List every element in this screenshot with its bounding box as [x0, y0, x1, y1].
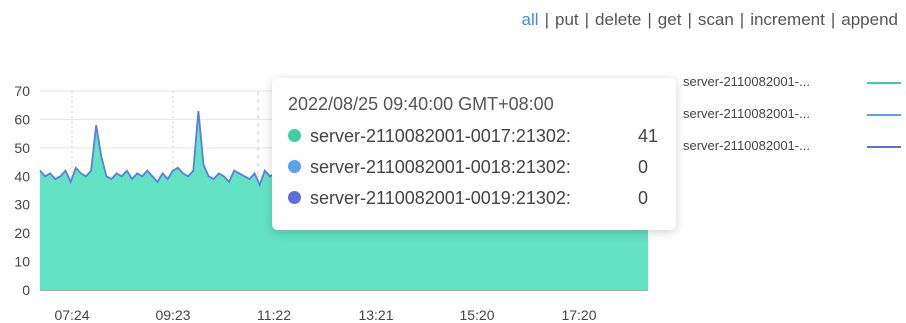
- x-tick-label: 11:22: [257, 307, 291, 323]
- tooltip-row: server-2110082001-0018:21302: 0: [288, 152, 660, 183]
- y-tick-label: 60: [14, 111, 30, 127]
- tooltip-series-value: 41: [638, 126, 659, 146]
- y-tick-label: 20: [14, 225, 30, 241]
- y-tick-label: 50: [14, 140, 30, 156]
- legend-label: server-2110082001-...: [683, 138, 810, 153]
- legend-swatch: [867, 82, 901, 84]
- legend-item[interactable]: server-2110082001-...: [683, 106, 905, 138]
- chart-legend: server-2110082001-... server-2110082001-.…: [683, 74, 905, 170]
- x-tick-label: 13:21: [358, 307, 393, 323]
- y-tick-label: 70: [14, 83, 30, 99]
- y-axis-labels: 0 10 20 30 40 50 60 70: [14, 83, 30, 298]
- series-dot-icon: [288, 160, 301, 174]
- series-dot-icon: [288, 191, 301, 205]
- chart-tooltip: 2022/08/25 09:40:00 GMT+08:00 server-211…: [272, 78, 676, 230]
- legend-swatch: [867, 146, 901, 148]
- series-dot-icon: [288, 129, 301, 143]
- tooltip-row: server-2110082001-0017:21302: 41: [288, 121, 660, 152]
- x-tick-label: 07:24: [54, 307, 89, 323]
- legend-label: server-2110082001-...: [683, 106, 810, 121]
- tooltip-series-value: 0: [638, 157, 649, 177]
- tooltip-series-name: server-2110082001-0019:21302:: [310, 188, 571, 208]
- legend-item[interactable]: server-2110082001-...: [683, 138, 905, 170]
- y-tick-label: 40: [14, 168, 30, 184]
- y-tick-label: 10: [14, 254, 30, 270]
- y-tick-label: 30: [14, 197, 30, 213]
- x-tick-label: 17:20: [561, 307, 596, 323]
- legend-item[interactable]: server-2110082001-...: [683, 74, 905, 106]
- tooltip-title: 2022/08/25 09:40:00 GMT+08:00: [288, 94, 554, 114]
- tooltip-series-value: 0: [638, 188, 649, 208]
- tooltip-series-name: server-2110082001-0018:21302:: [310, 157, 571, 177]
- y-tick-label: 0: [22, 282, 30, 298]
- tooltip-series-name: server-2110082001-0017:21302:: [310, 126, 571, 146]
- x-tick-label: 15:20: [459, 307, 494, 323]
- x-axis: 07:24 09:23 11:22 13:21 15:20 17:20: [40, 290, 648, 323]
- x-tick-label: 09:23: [155, 307, 190, 323]
- tooltip-row: server-2110082001-0019:21302: 0: [288, 183, 660, 214]
- legend-label: server-2110082001-...: [683, 74, 810, 89]
- legend-swatch: [867, 114, 901, 116]
